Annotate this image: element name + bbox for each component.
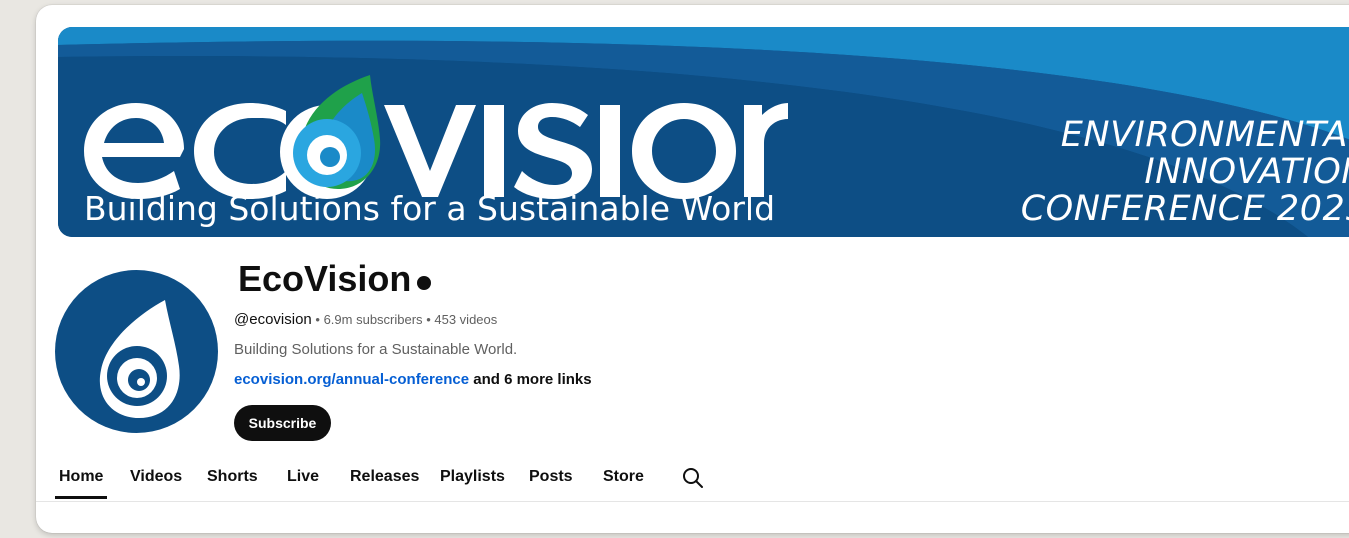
tab-videos[interactable]: Videos bbox=[130, 468, 182, 486]
channel-name: EcoVision bbox=[238, 258, 432, 306]
conference-title: ENVIRONMENTAL INNOVATION CONFERENCE 2025 bbox=[1021, 117, 1349, 228]
subscriber-count: 6.9m subscribers bbox=[323, 312, 423, 327]
conference-line-3: CONFERENCE 2025 bbox=[1020, 189, 1349, 229]
channel-name-text: EcoVision bbox=[238, 258, 412, 299]
search-icon[interactable] bbox=[681, 466, 705, 490]
video-count: 453 videos bbox=[434, 312, 498, 327]
channel-links: ecovision.org/annual-conference and 6 mo… bbox=[234, 371, 592, 388]
tab-store[interactable]: Store bbox=[603, 468, 644, 486]
channel-handle: @ecovision bbox=[234, 311, 312, 328]
channel-meta: @ecovision • 6.9m subscribers • 453 vide… bbox=[234, 311, 497, 328]
banner-tagline: Building Solutions for a Sustainable Wor… bbox=[84, 189, 776, 228]
drop-swirl-icon bbox=[99, 300, 180, 418]
tab-live[interactable]: Live bbox=[287, 468, 319, 486]
tab-posts[interactable]: Posts bbox=[529, 468, 573, 486]
tab-shorts[interactable]: Shorts bbox=[207, 468, 258, 486]
channel-banner: Building Solutions for a Sustainable Wor… bbox=[58, 27, 1349, 237]
conference-line-2: INNOVATION bbox=[1144, 152, 1349, 192]
channel-page-card: Building Solutions for a Sustainable Wor… bbox=[36, 5, 1349, 533]
channel-link[interactable]: ecovision.org/annual-conference bbox=[234, 371, 469, 388]
conference-line-1: ENVIRONMENTAL bbox=[1060, 115, 1349, 155]
channel-tabs: Home Videos Shorts Live Releases Playlis… bbox=[36, 460, 1349, 502]
ecovision-logo bbox=[84, 75, 788, 199]
subscribe-button[interactable]: Subscribe bbox=[234, 405, 331, 441]
channel-avatar[interactable] bbox=[55, 270, 218, 433]
verified-check-icon bbox=[417, 276, 432, 306]
meta-separator: • bbox=[315, 312, 320, 327]
tab-playlists[interactable]: Playlists bbox=[440, 468, 505, 486]
tab-home[interactable]: Home bbox=[54, 468, 108, 499]
more-links[interactable]: and 6 more links bbox=[473, 371, 591, 388]
channel-description[interactable]: Building Solutions for a Sustainable Wor… bbox=[234, 341, 517, 358]
meta-separator: • bbox=[426, 312, 431, 327]
tab-releases[interactable]: Releases bbox=[350, 468, 419, 486]
